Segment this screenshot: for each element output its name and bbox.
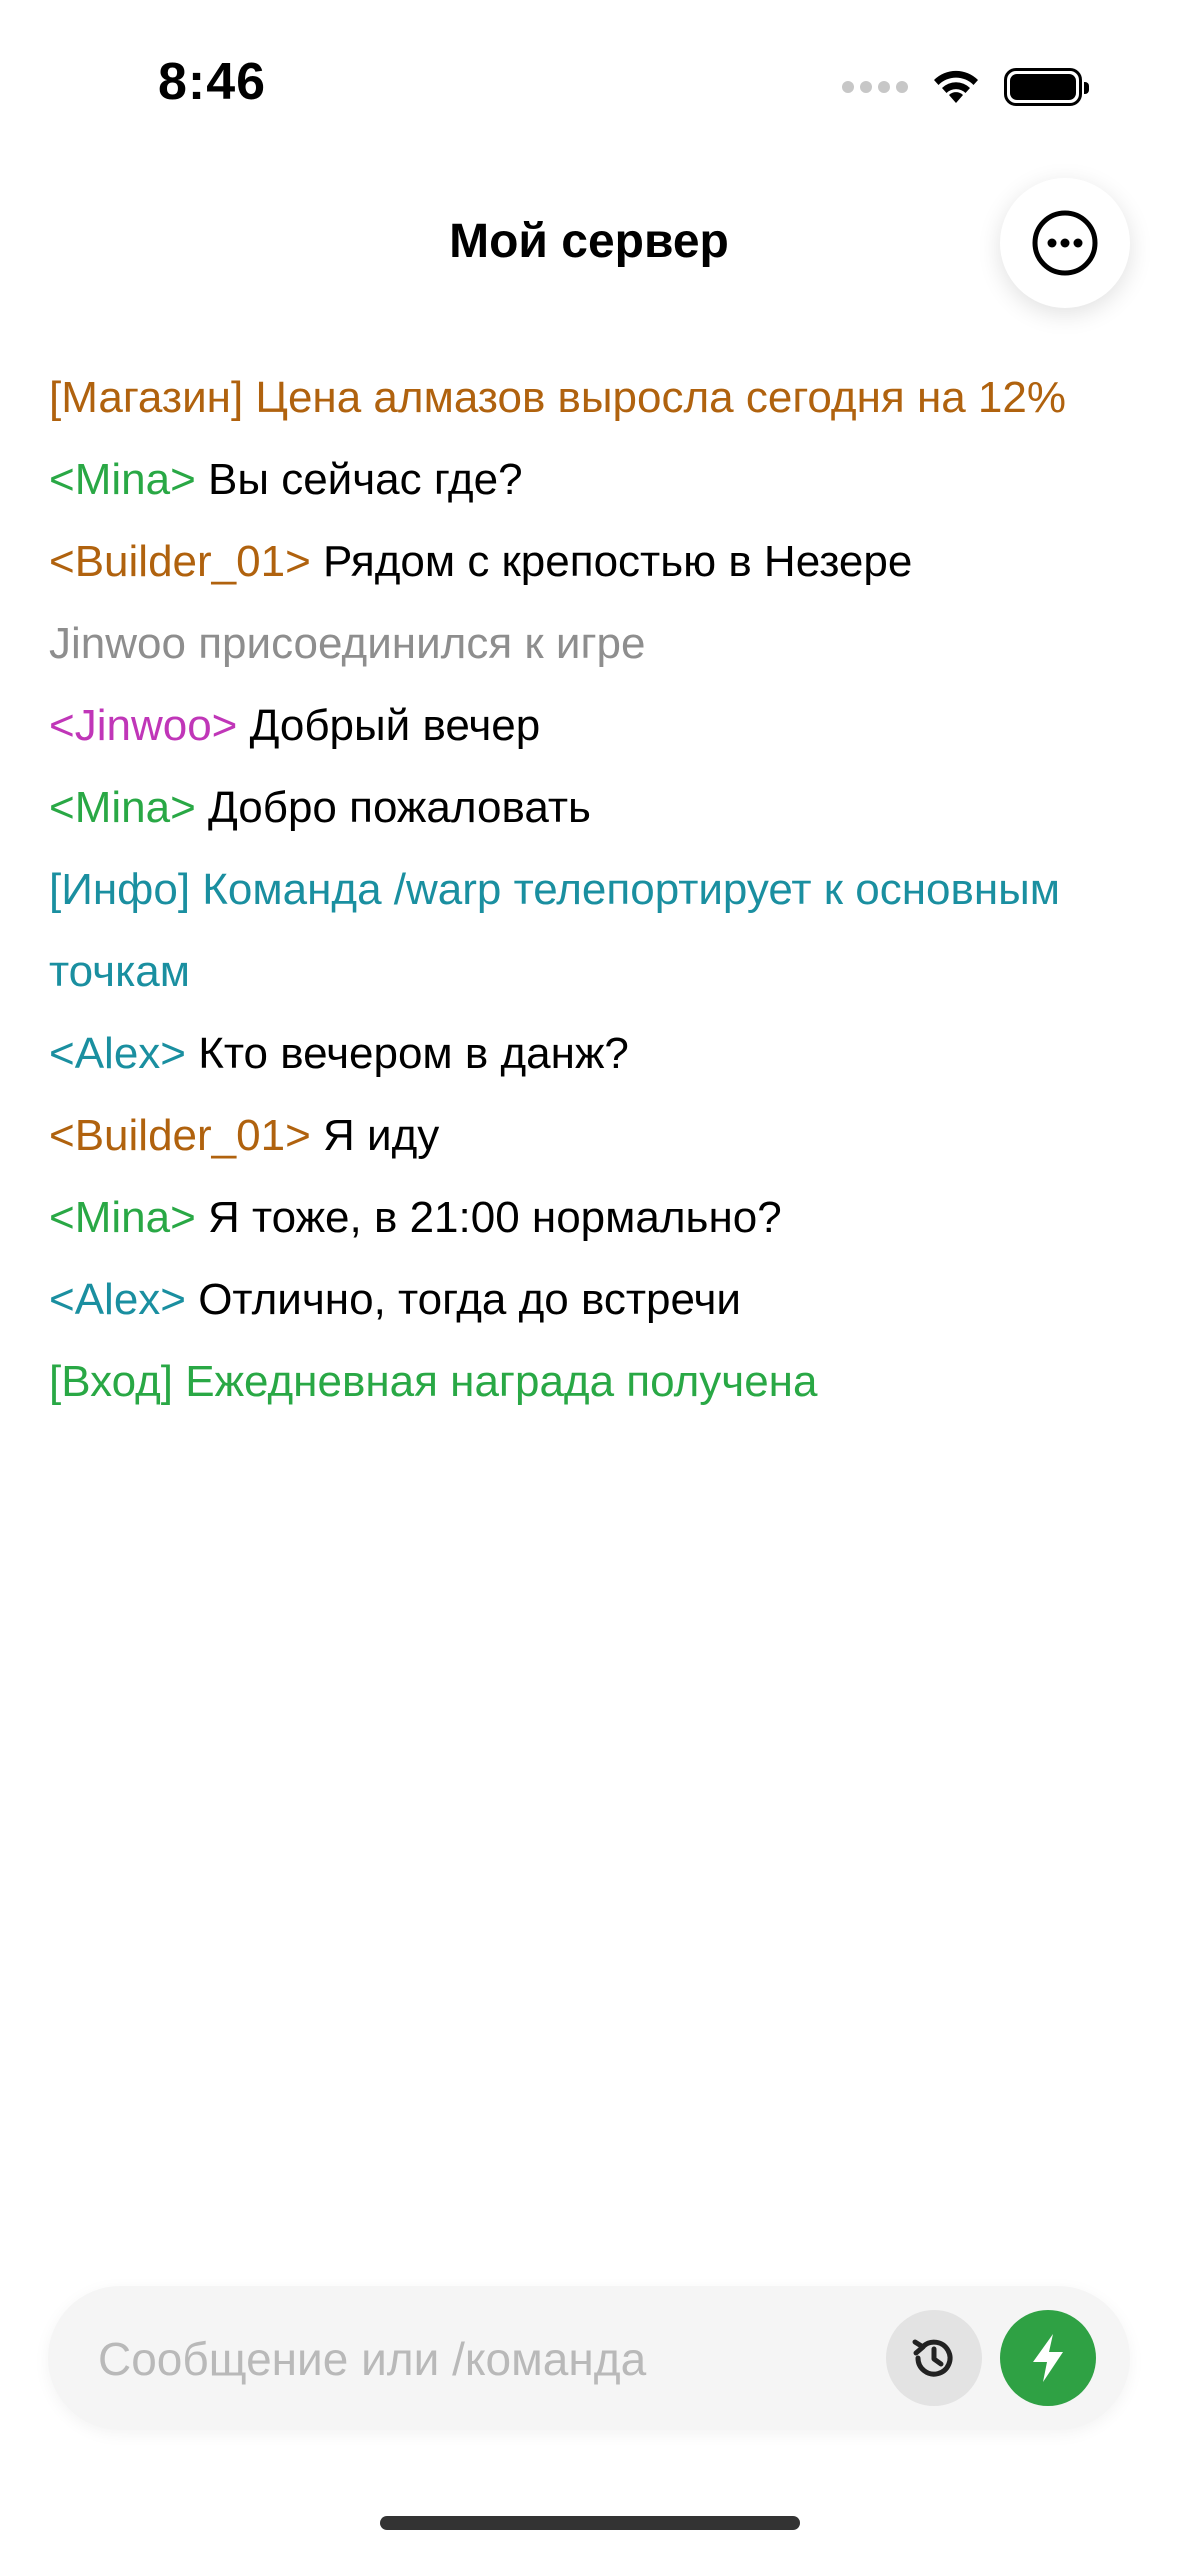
chat-message: <Alex> Отлично, тогда до встречи bbox=[49, 1259, 1089, 1341]
chat-message-text: Jinwoo присоединился к игре bbox=[49, 619, 646, 668]
history-icon bbox=[912, 2339, 953, 2377]
chat-message-text: Вы сейчас где? bbox=[195, 455, 523, 504]
chat-message-text: Добрый вечер bbox=[237, 701, 541, 750]
chat-message: [Магазин] Цена алмазов выросла сегодня н… bbox=[49, 357, 1089, 439]
lightning-bolt-icon bbox=[1033, 2334, 1063, 2382]
chat-message: <Builder_01> Я иду bbox=[49, 1095, 1089, 1177]
message-input-bar bbox=[48, 2286, 1130, 2432]
chat-message: <Alex> Кто вечером в данж? bbox=[49, 1013, 1089, 1095]
chat-message: <Jinwoo> Добрый вечер bbox=[49, 685, 1089, 767]
chat-message-prefix: <Mina> bbox=[49, 783, 196, 832]
status-time: 8:46 bbox=[158, 53, 267, 111]
chat-message-prefix: <Builder_01> bbox=[49, 537, 311, 586]
history-button[interactable] bbox=[886, 2310, 982, 2406]
home-indicator bbox=[380, 2516, 800, 2530]
chat-message: <Builder_01> Рядом с крепостью в Незере bbox=[49, 521, 1089, 603]
chat-message-prefix: [Вход] bbox=[49, 1357, 173, 1406]
chat-message-prefix: [Инфо] bbox=[49, 865, 191, 914]
chat-message-text: Цена алмазов выросла сегодня на 12% bbox=[243, 373, 1066, 422]
chat-log: [Магазин] Цена алмазов выросла сегодня н… bbox=[49, 357, 1089, 1423]
chat-message: [Вход] Ежедневная награда получена bbox=[49, 1341, 1089, 1423]
app-screen: 8:46 Мой сервер [Магазин] Цена алмазов в… bbox=[0, 0, 1178, 2556]
chat-message-text: Добро пожаловать bbox=[195, 783, 591, 832]
chat-message: [Инфо] Команда /warp телепортирует к осн… bbox=[49, 849, 1089, 1013]
chat-message-prefix: <Builder_01> bbox=[49, 1111, 311, 1160]
wifi-icon bbox=[934, 70, 978, 103]
chat-message-text: Рядом с крепостью в Незере bbox=[310, 537, 913, 586]
chat-message-text: Кто вечером в данж? bbox=[185, 1029, 629, 1078]
chat-message: <Mina> Я тоже, в 21:00 нормально? bbox=[49, 1177, 1089, 1259]
chat-message-prefix: <Mina> bbox=[49, 1193, 196, 1242]
more-options-button[interactable] bbox=[1000, 178, 1130, 308]
chat-message-prefix: [Магазин] bbox=[49, 373, 244, 422]
chat-message-prefix: <Jinwoo> bbox=[49, 701, 238, 750]
chat-message: <Mina> Добро пожаловать bbox=[49, 767, 1089, 849]
message-input[interactable] bbox=[96, 2286, 900, 2432]
chat-message-prefix: <Alex> bbox=[49, 1275, 186, 1324]
send-button[interactable] bbox=[1000, 2310, 1096, 2406]
chat-message-text: Отлично, тогда до встречи bbox=[185, 1275, 741, 1324]
battery-icon bbox=[1004, 68, 1089, 106]
chat-message-text: Ежедневная награда получена bbox=[173, 1357, 818, 1406]
chat-message-text: Я тоже, в 21:00 нормально? bbox=[195, 1193, 782, 1242]
signal-dots-icon bbox=[842, 81, 908, 93]
ellipsis-circle-icon bbox=[1032, 210, 1098, 276]
chat-message-text: Я иду bbox=[310, 1111, 440, 1160]
chat-message: <Mina> Вы сейчас где? bbox=[49, 439, 1089, 521]
chat-message-text: Команда /warp телепортирует к основным т… bbox=[49, 865, 1073, 996]
chat-message: Jinwoo присоединился к игре bbox=[49, 603, 1089, 685]
chat-message-prefix: <Mina> bbox=[49, 455, 196, 504]
chat-message-prefix: <Alex> bbox=[49, 1029, 186, 1078]
status-icons bbox=[842, 62, 1089, 112]
